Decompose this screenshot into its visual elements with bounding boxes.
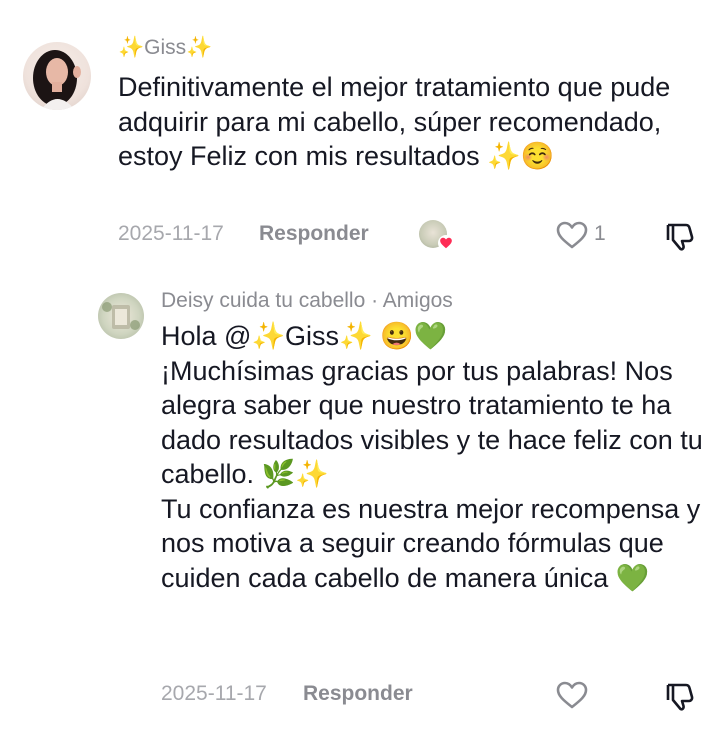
comment: ✨Giss✨ Definitivamente el mejor tratamie… (0, 0, 720, 270)
reply-date: 2025-11-17 (161, 682, 267, 705)
like-button[interactable] (555, 680, 589, 710)
thumbs-down-outline-icon (666, 683, 694, 711)
reply-actions: 2025-11-17 Responder (0, 680, 720, 712)
heart-outline-icon (556, 221, 588, 249)
like-count: 1 (594, 222, 606, 245)
comment-text: Definitivamente el mejor tratamiento que… (118, 72, 678, 171)
reply-button[interactable]: Responder (303, 682, 413, 706)
comment-actions: 2025-11-17 Responder 1 (0, 220, 720, 252)
comment-date: 2025-11-17 (118, 222, 224, 245)
thumbs-down-outline-icon (666, 223, 694, 251)
comment-username[interactable]: ✨Giss✨ (118, 36, 212, 60)
heart-outline-icon (556, 681, 588, 709)
commenter-avatar[interactable] (23, 42, 91, 110)
like-button[interactable] (555, 220, 589, 250)
dislike-button[interactable] (664, 220, 696, 252)
reply-comment: Deisy cuida tu cabello · Amigos Hola @✨G… (0, 270, 720, 733)
reply-button[interactable]: Responder (259, 222, 369, 246)
reply-avatar[interactable] (98, 293, 144, 339)
dislike-button[interactable] (664, 680, 696, 712)
creator-liked-heart-icon (438, 235, 454, 251)
reply-text: Hola @✨Giss✨ 😀💚 ¡Muchísimas gracias por … (161, 321, 703, 593)
reply-username[interactable]: Deisy cuida tu cabello · Amigos (161, 289, 453, 313)
